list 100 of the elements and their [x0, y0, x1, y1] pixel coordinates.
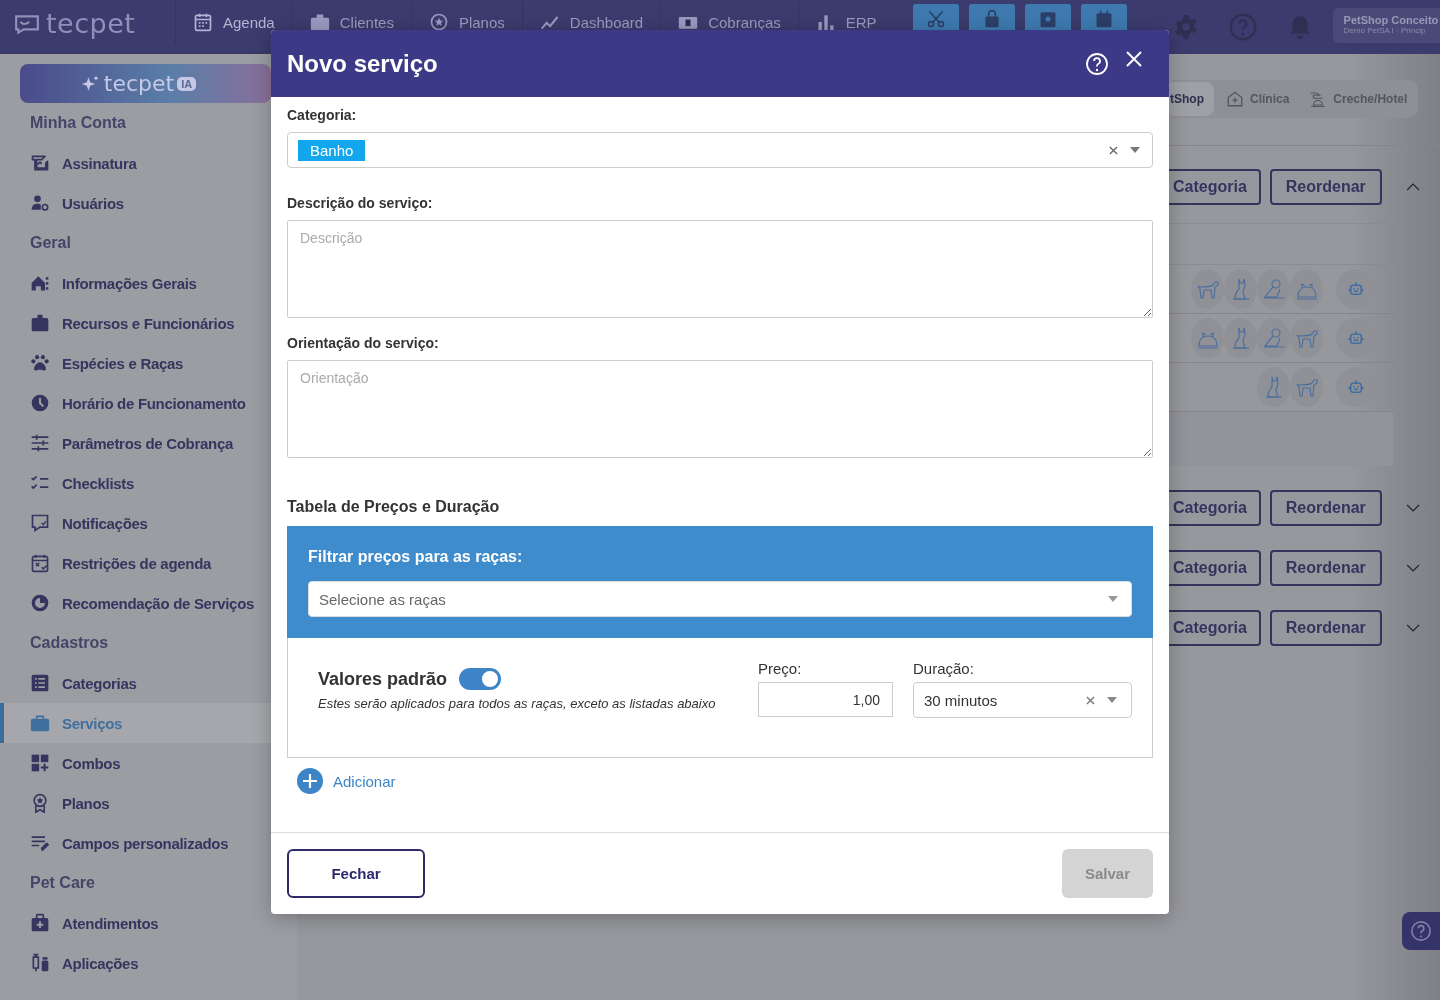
app-logo[interactable]: tecpet — [46, 8, 136, 39]
clear-icon[interactable] — [1086, 695, 1095, 705]
toggle-switch[interactable] — [459, 668, 502, 690]
ai-banner[interactable]: tecpet IA — [20, 64, 271, 103]
house-plus-icon — [1226, 90, 1244, 108]
price-field[interactable]: 1,00 — [758, 682, 893, 717]
sidebar-item[interactable]: Aplicações — [0, 943, 271, 983]
sidebar-item-label: Usuários — [62, 194, 124, 212]
signature-icon — [30, 153, 50, 173]
paw-icon — [30, 353, 50, 373]
hand-bell-icon — [1309, 90, 1328, 108]
pie-icon — [30, 593, 50, 613]
field-label: Preço: — [758, 660, 803, 677]
sidebar-item[interactable]: Checklists — [0, 463, 271, 503]
sidebar-item-label: Recursos e Funcionários — [62, 314, 235, 332]
sidebar-item[interactable]: Notificações — [0, 503, 271, 543]
sidebar-item[interactable]: Categorias — [0, 663, 271, 703]
chevron-up-icon[interactable] — [1405, 181, 1420, 193]
default-values-title: Valores padrão — [318, 668, 448, 690]
sidebar-item-label: Atendimentos — [62, 914, 159, 932]
description-field[interactable]: Descrição — [287, 220, 1153, 318]
ai-logo: tecpet — [103, 71, 175, 96]
sidebar-item-label: Notificações — [62, 514, 148, 532]
add-circle-icon[interactable] — [297, 768, 323, 794]
bird-icon — [1261, 277, 1286, 301]
sidebar-item-label: Categorias — [62, 674, 137, 692]
robot-icon — [1347, 378, 1365, 396]
category-select[interactable]: Banho — [287, 132, 1153, 168]
breed-select[interactable]: Selecione as raças — [308, 581, 1132, 617]
field-label: Orientação do serviço: — [287, 335, 440, 351]
sidebar-item[interactable]: Informações Gerais — [0, 263, 271, 303]
close-icon[interactable] — [1126, 50, 1142, 67]
account-name: PetShop Conceito — [1343, 14, 1440, 26]
sidebar-item[interactable]: Recomendação de Serviços — [0, 583, 271, 623]
award-icon — [30, 793, 50, 813]
dialog-button[interactable]: Fechar — [287, 849, 425, 898]
field-label: Duração: — [913, 660, 975, 677]
syringe-bottle-icon — [30, 953, 50, 973]
chevron-down-icon[interactable] — [1405, 562, 1420, 574]
user-gear-icon — [30, 193, 50, 213]
sidebar-item-label: Parâmetros de Cobrança — [62, 434, 233, 452]
sidebar-item[interactable]: Assinatura — [0, 143, 271, 183]
sidebar-section-title: Geral — [29, 233, 72, 253]
sidebar-item-label: Aplicações — [62, 954, 139, 972]
sidebar-item[interactable]: Campos personalizados — [0, 823, 271, 863]
calendar-icon — [30, 553, 50, 573]
chevron-down-icon[interactable] — [1405, 622, 1420, 634]
sidebar-item[interactable]: Combos — [0, 743, 271, 783]
sidebar-item-label: Recomendação de Serviços — [62, 594, 255, 612]
caret-icon[interactable] — [1108, 596, 1118, 602]
speech-bubble-icon — [14, 12, 40, 35]
category-tag: Banho — [298, 139, 366, 161]
sidebar-item-label: Checklists — [62, 474, 135, 492]
calendar-icon — [193, 12, 213, 32]
sidebar-item-label: Restrições de agenda — [62, 554, 212, 572]
sidebar-item-label: Assinatura — [62, 154, 137, 172]
briefcase-icon — [30, 713, 50, 733]
lines-pencil-icon — [30, 833, 50, 853]
sidebar-item[interactable]: Restrições de agenda — [0, 543, 271, 583]
sidebar-item[interactable]: Planos — [0, 783, 271, 823]
sliders-icon — [30, 433, 50, 453]
guidance-field[interactable]: Orientação — [287, 360, 1153, 458]
service-type-tab[interactable]: Creche/Hotel — [1301, 82, 1416, 116]
help-button[interactable] — [1402, 912, 1440, 950]
bird-icon — [1261, 326, 1286, 350]
chevron-down-icon[interactable] — [1405, 502, 1420, 514]
caret-icon[interactable] — [1107, 697, 1117, 703]
sidebar-item-label: Planos — [62, 794, 110, 812]
house-icon — [30, 273, 50, 293]
ai-badge: IA — [177, 76, 197, 91]
outline-button[interactable]: Reordenar — [1269, 610, 1382, 646]
sidebar-section-title: Cadastros — [29, 633, 110, 653]
sidebar-item[interactable]: Serviços — [0, 703, 271, 743]
outline-button[interactable]: Reordenar — [1269, 550, 1382, 586]
sidebar-section-title: Minha Conta — [29, 113, 127, 133]
default-values-note: Estes serão aplicados para todos as raças, exceto as listadas abaixo — [318, 696, 717, 711]
clear-icon[interactable] — [1109, 145, 1118, 155]
field-label: Descrição do serviço: — [287, 195, 434, 211]
field-label: Categoria: — [287, 107, 358, 123]
sidebar-item[interactable]: Recursos e Funcionários — [0, 303, 271, 343]
grid-plus-icon — [30, 753, 50, 773]
clock-icon — [30, 393, 50, 413]
duration-select[interactable]: 30 minutos — [913, 682, 1132, 718]
sidebar-item[interactable]: Horário de Funcionamento — [0, 383, 271, 423]
sidebar-item-label: Serviços — [62, 714, 123, 732]
sidebar-section-title: Pet Care — [29, 873, 96, 893]
outline-button[interactable]: Reordenar — [1269, 169, 1382, 205]
add-link[interactable]: Adicionar — [333, 772, 396, 790]
speech-bubble-icon — [30, 513, 50, 533]
outline-button[interactable]: Reordenar — [1269, 490, 1382, 526]
sidebar-item[interactable]: Parâmetros de Cobrança — [0, 423, 271, 463]
scissors-icon — [925, 9, 946, 29]
sidebar-item[interactable]: Atendimentos — [0, 903, 271, 943]
medical-bag-icon — [30, 913, 50, 933]
service-type-tab[interactable]: Clínica — [1218, 82, 1298, 116]
sidebar-item[interactable]: Espécies e Raças — [0, 343, 271, 383]
sidebar-item[interactable]: Usuários — [0, 183, 271, 223]
dialog-title: Novo serviço — [287, 49, 439, 78]
help-icon — [1410, 920, 1432, 942]
caret-icon[interactable] — [1130, 147, 1140, 153]
